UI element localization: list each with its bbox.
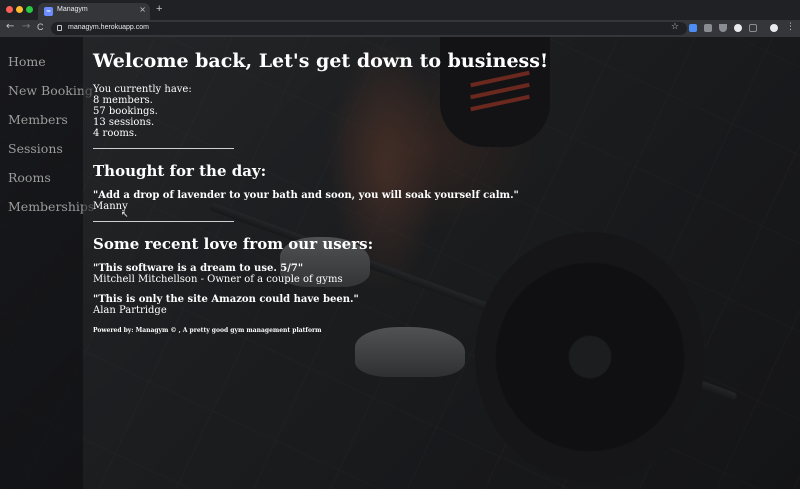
- address-bar[interactable]: managym.herokuapp.com ☆: [51, 22, 687, 35]
- maximize-window-button[interactable]: [26, 6, 33, 13]
- extension-icon[interactable]: [749, 24, 757, 32]
- favicon-icon: ≈: [44, 7, 53, 16]
- browser-tab[interactable]: ≈ Managym ×: [38, 3, 150, 20]
- lock-icon: [57, 25, 62, 31]
- close-window-button[interactable]: [6, 6, 13, 13]
- reload-icon[interactable]: C: [37, 22, 44, 32]
- url-text[interactable]: managym.herokuapp.com: [68, 24, 149, 31]
- new-tab-button[interactable]: +: [156, 3, 162, 15]
- divider: [93, 148, 234, 149]
- profile-avatar-icon[interactable]: [770, 24, 778, 32]
- extension-icon[interactable]: [734, 24, 742, 32]
- sidebar-item-memberships[interactable]: Memberships: [8, 199, 94, 214]
- stat-members: 8 members.: [93, 95, 153, 106]
- testimonial-author: Alan Partridge: [93, 305, 167, 316]
- testimonial-quote: "This software is a dream to use. 5/7": [93, 263, 304, 274]
- main-content: Welcome back, Let's get down to business…: [83, 37, 800, 489]
- tab-title: Managym: [57, 6, 88, 13]
- extension-icon[interactable]: [719, 24, 727, 32]
- browser-toolbar: ← → C managym.herokuapp.com ☆ ⋮: [0, 20, 800, 37]
- bookmark-star-icon[interactable]: ☆: [671, 22, 679, 32]
- sidebar-item-members[interactable]: Members: [8, 112, 68, 127]
- thought-heading: Thought for the day:: [93, 162, 267, 180]
- back-icon[interactable]: ←: [6, 21, 14, 32]
- mouse-cursor-icon: ↖: [121, 210, 129, 220]
- browser-tab-bar: ≈ Managym × +: [0, 0, 800, 20]
- extension-icon[interactable]: [704, 24, 712, 32]
- browser-menu-icon[interactable]: ⋮: [786, 22, 795, 32]
- sidebar-item-home[interactable]: Home: [8, 54, 46, 69]
- sidebar-nav: Home New Booking Members Sessions Rooms …: [0, 37, 94, 489]
- page-viewport: Home New Booking Members Sessions Rooms …: [0, 37, 800, 489]
- sidebar-item-new-booking[interactable]: New Booking: [8, 83, 93, 98]
- forward-icon[interactable]: →: [22, 21, 30, 32]
- thought-quote: "Add a drop of lavender to your bath and…: [93, 190, 519, 201]
- stat-rooms: 4 rooms.: [93, 128, 138, 139]
- testimonial-quote: "This is only the site Amazon could have…: [93, 294, 359, 305]
- divider: [93, 221, 234, 222]
- love-heading: Some recent love from our users:: [93, 235, 374, 253]
- sidebar-item-sessions[interactable]: Sessions: [8, 141, 63, 156]
- sidebar-item-rooms[interactable]: Rooms: [8, 170, 51, 185]
- tab-close-icon[interactable]: ×: [139, 5, 146, 14]
- stat-sessions: 13 sessions.: [93, 117, 155, 128]
- page-title: Welcome back, Let's get down to business…: [93, 50, 549, 72]
- extension-icon[interactable]: [689, 24, 697, 32]
- stats-intro: You currently have:: [93, 84, 192, 95]
- testimonial-author: Mitchell Mitchellson - Owner of a couple…: [93, 274, 343, 285]
- minimize-window-button[interactable]: [16, 6, 23, 13]
- stat-bookings: 57 bookings.: [93, 106, 158, 117]
- footer-credit: Powered by: Managym © , A pretty good gy…: [93, 327, 322, 334]
